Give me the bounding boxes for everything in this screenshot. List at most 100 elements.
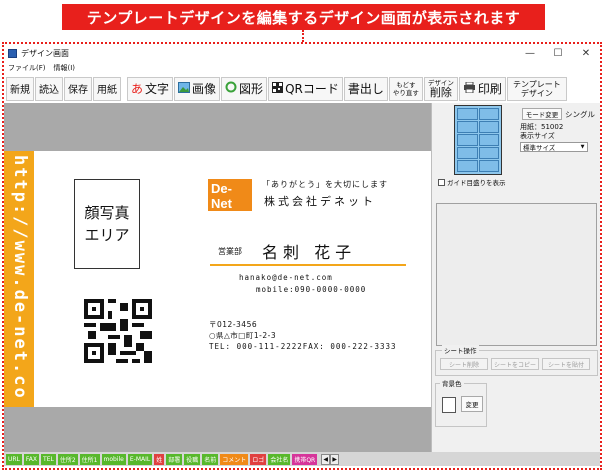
layout-cell[interactable]	[457, 121, 478, 133]
url-vertical-strip[interactable]: http://www.de-net.co	[4, 151, 34, 407]
print-button-label: 印刷	[477, 82, 502, 96]
field-tab-name[interactable]: 名前	[202, 453, 219, 465]
sheet-delete-button[interactable]: シート削除	[440, 358, 488, 370]
sheet-layout-preview[interactable]	[454, 105, 502, 175]
field-tab-tel[interactable]: TEL	[41, 453, 56, 465]
field-tab-email[interactable]: E-MAIL	[127, 453, 153, 465]
photo-placeholder[interactable]: 顔写真 エリア	[74, 179, 140, 269]
layout-cell[interactable]	[478, 134, 499, 146]
address-line: ○県△市□町1-2-3	[209, 331, 277, 340]
paper-label: 用紙：51002	[520, 123, 564, 131]
layout-cell[interactable]	[478, 108, 499, 120]
field-tab-title[interactable]: 役職	[184, 453, 201, 465]
delete-design-button[interactable]: デザイン 削除	[423, 76, 458, 101]
menu-file[interactable]: ファイル(F)	[8, 63, 46, 73]
delete-label-bottom: 削除	[429, 85, 452, 99]
mobile-text[interactable]: mobile:090-0000-0000	[256, 285, 366, 294]
department[interactable]: 営業部	[218, 246, 242, 257]
printer-icon	[463, 81, 476, 96]
qr-code[interactable]	[84, 299, 152, 363]
image-icon	[178, 81, 191, 96]
design-canvas[interactable]: http://www.de-net.co 顔写真 エリア De- Net 「あり…	[4, 103, 431, 452]
open-button[interactable]: 読込	[35, 76, 63, 101]
email-text[interactable]: hanako@de-net.com	[239, 273, 333, 282]
sheet-paste-button[interactable]: シートを貼付	[542, 358, 590, 370]
field-tab-address2[interactable]: 住所2	[57, 453, 78, 465]
window-titlebar: デザイン画面 — ☐ ✕	[4, 44, 600, 62]
shape-button-label: 図形	[239, 82, 264, 96]
field-tab-logo[interactable]: ロゴ	[250, 453, 267, 465]
background-color-group: 背景色 変更	[435, 378, 487, 427]
field-tab-department[interactable]: 部署	[166, 453, 183, 465]
sheet-copy-button[interactable]: シートをコピー	[491, 358, 539, 370]
caption-connector	[302, 30, 304, 42]
field-tab-address1[interactable]: 住所1	[79, 453, 100, 465]
template-label-top: テンプレート	[513, 79, 561, 89]
template-label-bottom: デザイン	[520, 88, 553, 98]
field-tab-mobile-qr[interactable]: 携帯QR	[292, 453, 318, 465]
bg-color-swatch[interactable]	[442, 397, 456, 413]
layout-cell[interactable]	[457, 108, 478, 120]
image-button[interactable]: 画像	[174, 76, 221, 101]
tagline[interactable]: 「ありがとう」を大切にします	[262, 179, 388, 190]
object-list[interactable]	[436, 203, 597, 346]
caption-banner: テンプレートデザインを編集するデザイン画面が表示されます	[62, 4, 545, 30]
layout-cell[interactable]	[478, 121, 499, 133]
bg-legend: 背景色	[440, 378, 464, 388]
redo-label: やり直す	[392, 88, 419, 97]
sheet-ops-legend: シート操作	[442, 345, 479, 355]
name-underline	[210, 264, 406, 266]
layout-cell[interactable]	[478, 160, 499, 172]
company-logo[interactable]: De- Net	[208, 179, 252, 211]
close-button[interactable]: ✕	[572, 48, 600, 59]
scroll-right-icon[interactable]: ▶	[330, 453, 340, 465]
text-button-label: 文字	[145, 82, 170, 96]
field-tab-surname[interactable]: 姓	[154, 453, 165, 465]
person-name[interactable]: 名刺 花子	[262, 239, 356, 263]
company-name[interactable]: 株式会社デネット	[264, 193, 376, 209]
scroll-left-icon[interactable]: ◀	[321, 453, 331, 465]
business-card[interactable]: 顔写真 エリア De- Net 「ありがとう」を大切にします 株式会社デネット …	[34, 151, 431, 407]
text-icon: あ	[131, 82, 144, 96]
menu-info[interactable]: 情報(I)	[54, 63, 76, 73]
maximize-button[interactable]: ☐	[544, 48, 572, 59]
save-button[interactable]: 保存	[64, 76, 92, 101]
qr-icon	[272, 81, 284, 96]
guide-checkbox[interactable]: ガイド目盛りを表示	[438, 177, 506, 187]
mode-value: シングル	[565, 110, 595, 119]
field-tab-url[interactable]: URL	[6, 453, 22, 465]
field-tab-fax[interactable]: FAX	[23, 453, 40, 465]
checkbox-box[interactable]	[438, 178, 445, 186]
guide-label: ガイド目盛りを表示	[447, 179, 506, 187]
field-tab-comment[interactable]: コメント	[220, 453, 249, 465]
text-button[interactable]: あ 文字	[127, 76, 174, 101]
toolbar: 新規 読込 保存 用紙 あ 文字 画像 図形 QRコード 書出し もどす やり直…	[4, 75, 600, 102]
export-button[interactable]: 書出し	[343, 76, 388, 101]
sheet-operations: シート操作 シート削除 シートをコピー シートを貼付	[435, 345, 598, 376]
photo-placeholder-line2: エリア	[84, 226, 130, 244]
display-size-select[interactable]: 標準サイズ ▼	[520, 142, 588, 152]
print-button[interactable]: 印刷	[458, 76, 506, 101]
template-design-button[interactable]: テンプレート デザイン	[506, 76, 567, 101]
mode-change-button[interactable]: モード変更	[522, 108, 562, 120]
field-tab-mobile[interactable]: mobile	[101, 453, 126, 465]
svg-text:Net: Net	[211, 196, 233, 211]
minimize-button[interactable]: —	[516, 48, 544, 59]
paper-button[interactable]: 用紙	[93, 76, 121, 101]
address-block[interactable]: 〒012-3456 ○県△市□町1-2-3 TEL: 000-111-2222F…	[209, 319, 397, 352]
shape-button[interactable]: 図形	[221, 76, 268, 101]
qr-button[interactable]: QRコード	[268, 76, 343, 101]
layout-cell[interactable]	[457, 134, 478, 146]
app-icon	[8, 48, 17, 58]
layout-cell[interactable]	[457, 160, 478, 172]
side-panel: モード変更 シングル 用紙：51002 表示サイズ 標準サイズ ▼ ガイド目盛り…	[431, 103, 600, 452]
field-tab-company[interactable]: 会社名	[268, 453, 291, 465]
new-button[interactable]: 新規	[6, 76, 34, 101]
tel-fax: TEL: 000-111-2222FAX: 000-222-3333	[209, 342, 397, 351]
layout-cell[interactable]	[478, 147, 499, 159]
svg-text:De-: De-	[211, 181, 232, 196]
display-size-value: 標準サイズ	[523, 144, 556, 152]
layout-cell[interactable]	[457, 147, 478, 159]
bg-change-button[interactable]: 変更	[461, 396, 483, 412]
undo-button[interactable]: もどす やり直す	[388, 76, 423, 101]
